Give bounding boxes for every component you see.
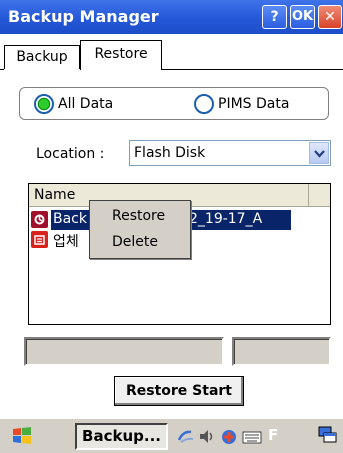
input-mode-icon[interactable]: F bbox=[268, 426, 278, 444]
close-button[interactable]: ✕ bbox=[318, 5, 342, 29]
tab-backup[interactable]: Backup bbox=[4, 45, 80, 69]
sync-icon[interactable] bbox=[219, 428, 239, 446]
pims-data-label[interactable]: PIMS Data bbox=[218, 96, 289, 112]
menu-item-restore[interactable]: Restore bbox=[112, 208, 165, 224]
location-value: Flash Disk bbox=[134, 145, 206, 161]
task-backup-button[interactable]: Backup... bbox=[75, 423, 168, 450]
tab-divider-left bbox=[0, 69, 4, 70]
list-item-label: Back bbox=[53, 211, 87, 227]
backup-file-icon bbox=[31, 211, 48, 228]
taskbar: Backup... F bbox=[0, 418, 343, 453]
keyboard-icon[interactable] bbox=[242, 428, 262, 445]
location-label: Location : bbox=[36, 146, 105, 162]
window-title: Backup Manager bbox=[8, 7, 159, 26]
column-name-header[interactable]: Name bbox=[34, 187, 75, 203]
backup-file-icon bbox=[31, 231, 48, 248]
tab-strip: Backup Restore bbox=[0, 34, 343, 70]
context-menu: Restore Delete bbox=[89, 200, 191, 259]
data-type-group: All Data PIMS Data bbox=[19, 87, 329, 120]
all-data-radio[interactable] bbox=[34, 94, 54, 114]
menu-item-delete[interactable]: Delete bbox=[112, 234, 158, 250]
list-item-label: 업체 bbox=[53, 234, 79, 250]
pims-data-radio[interactable] bbox=[194, 94, 214, 114]
status-field-right bbox=[232, 337, 331, 366]
chevron-down-icon bbox=[314, 150, 325, 158]
column-separator bbox=[308, 184, 309, 206]
restore-start-button[interactable]: Restore Start bbox=[114, 376, 244, 406]
tab-restore[interactable]: Restore bbox=[80, 40, 162, 70]
system-tray: F bbox=[175, 423, 310, 450]
ok-button[interactable]: OK bbox=[290, 5, 315, 29]
location-select[interactable]: Flash Disk bbox=[129, 140, 331, 166]
connectivity-icon[interactable] bbox=[177, 428, 195, 445]
status-field-left bbox=[24, 337, 224, 366]
title-bar: Backup Manager ? OK ✕ bbox=[0, 0, 343, 34]
tab-divider bbox=[162, 69, 343, 70]
help-button[interactable]: ? bbox=[262, 5, 287, 29]
location-dropdown-button[interactable] bbox=[309, 142, 329, 164]
windows-start-icon[interactable] bbox=[10, 426, 34, 447]
all-data-label[interactable]: All Data bbox=[58, 96, 113, 112]
volume-icon[interactable] bbox=[198, 428, 216, 445]
desktop-icon[interactable] bbox=[318, 426, 338, 446]
list-item-label-tail: 2_19-17_A bbox=[189, 211, 263, 227]
